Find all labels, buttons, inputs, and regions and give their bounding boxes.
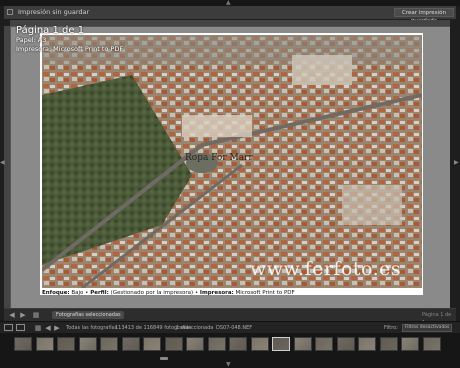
filmstrip-thumbnail[interactable] [14, 337, 32, 351]
filmstrip-thumbnail[interactable] [229, 337, 247, 351]
left-ruler [4, 26, 11, 308]
filter-dropdown[interactable]: Filtros desactivados [402, 324, 452, 332]
filmstrip-thumbnail[interactable] [315, 337, 333, 351]
caption-printer-value: Microsoft Print to PDF [235, 290, 295, 296]
filmstrip-thumbnail[interactable] [336, 337, 355, 351]
back-icon[interactable]: ◀ [44, 324, 52, 332]
filmstrip-thumbnail[interactable] [164, 337, 183, 351]
filmstrip-thumbnail[interactable] [78, 337, 97, 351]
filmstrip-thumbnail[interactable] [100, 337, 118, 351]
filename-label: DS07-048.NEF [216, 325, 253, 331]
paper-label: Papel: A3 [16, 36, 47, 44]
filmstrip-thumbnail[interactable] [35, 337, 54, 351]
filmstrip-thumbnail[interactable] [121, 337, 140, 351]
check-icon[interactable] [7, 9, 13, 15]
bottom-panel-edge[interactable]: ▼ [0, 362, 460, 368]
filmstrip-thumbnail[interactable] [422, 337, 441, 351]
profile-label: Perfil: [90, 290, 109, 296]
triangle-down-icon[interactable]: ▼ [226, 362, 231, 368]
forward-icon[interactable]: ▶ [19, 311, 27, 319]
watermark-text: www.ferfoto.es [250, 258, 402, 280]
selected-label: 1 seleccionada [176, 325, 214, 331]
triangle-right-icon[interactable]: ▶ [454, 160, 459, 166]
grid-view-icon[interactable]: ▦ [32, 311, 40, 319]
filmstrip-thumbnail[interactable] [293, 337, 312, 351]
forward-icon[interactable]: ▶ [53, 324, 61, 332]
bottom-toolbar: ◀ ▶ ▦ Fotografías seleccionadas Página 1… [4, 308, 456, 326]
focus-value: Bajo [71, 290, 84, 296]
page-label: Página 1 de 1 [16, 25, 85, 36]
filmstrip-thumbnail[interactable] [250, 337, 269, 351]
filmstrip-thumbnail[interactable] [379, 337, 398, 351]
printer-label: Impresora: Microsoft Print to PDF [16, 45, 124, 53]
filmstrip [0, 333, 460, 362]
print-job-title: Impresión sin guardar [18, 8, 90, 16]
photo-stamp-text: Ropa For Marr [185, 153, 253, 163]
print-caption: Enfoque: Bajo • Perfil: (Gestionado por … [42, 290, 295, 296]
filmstrip-thumbnail[interactable] [272, 337, 290, 351]
filmstrip-thumbnail[interactable] [57, 337, 75, 351]
page-info-overlay: Página 1 de 1 Papel: A3 Impresora: Micro… [16, 25, 123, 54]
selection-dropdown[interactable]: Fotografías seleccionadas [52, 311, 124, 319]
source-label[interactable]: Todas las fotografías [66, 323, 117, 333]
filmstrip-thumbnail[interactable] [186, 337, 204, 351]
triangle-left-icon[interactable]: ◀ [0, 160, 5, 166]
profile-value: (Gestionado por la impresora) [110, 290, 194, 296]
monitor-2-icon[interactable] [16, 324, 25, 331]
focus-label: Enfoque: [42, 290, 70, 296]
filmstrip-thumbnail[interactable] [358, 337, 376, 351]
grid-view-icon[interactable]: ▦ [34, 324, 42, 332]
filmstrip-thumbnail[interactable] [207, 337, 226, 351]
save-print-button[interactable]: Crear impresión guardada [394, 8, 454, 24]
print-header-bar: Impresión sin guardar Crear impresión gu… [4, 6, 456, 24]
filmstrip-thumbnail[interactable] [401, 337, 419, 351]
filmstrip-scrollbar[interactable] [160, 357, 168, 360]
filter-label: Filtro: [384, 325, 398, 331]
back-icon[interactable]: ◀ [8, 311, 16, 319]
monitor-1-icon[interactable] [4, 324, 13, 331]
caption-printer-label: Impresora: [199, 290, 234, 296]
filmstrip-thumbnail[interactable] [143, 337, 161, 351]
